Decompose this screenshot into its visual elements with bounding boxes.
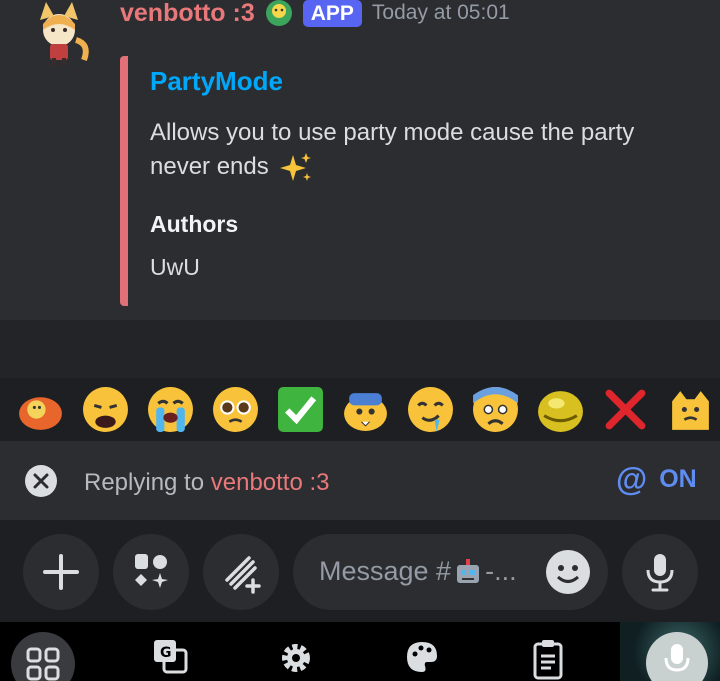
add-attachment-button[interactable] bbox=[23, 534, 99, 610]
custom-blob-emoji-icon[interactable] bbox=[341, 385, 390, 434]
custom-yellow-blob-icon[interactable] bbox=[536, 385, 585, 434]
translate-icon: G bbox=[154, 640, 188, 674]
microphone-icon bbox=[664, 644, 690, 672]
svg-text:G: G bbox=[160, 645, 172, 661]
embed-field-value: UwU bbox=[150, 254, 200, 280]
app-badge: APP bbox=[302, 0, 362, 27]
apps-icon bbox=[135, 554, 168, 588]
role-icon bbox=[265, 0, 292, 26]
message-placeholder: Message # -... bbox=[319, 556, 517, 587]
voice-input-button[interactable] bbox=[646, 632, 708, 681]
timestamp: Today at 05:01 bbox=[371, 1, 510, 24]
embed-accent-bar bbox=[120, 56, 128, 306]
keyboard-toolbar: G bbox=[0, 622, 720, 681]
keyboard-apps-button[interactable] bbox=[11, 632, 75, 681]
embed-field-name: Authors bbox=[150, 211, 239, 237]
at-icon: @ bbox=[616, 461, 648, 497]
pleading-face-icon[interactable] bbox=[211, 385, 260, 434]
embed-description: Allows you to use party mode cause the p… bbox=[150, 116, 680, 185]
cancel-reply-button[interactable] bbox=[25, 465, 57, 497]
cross-mark-icon[interactable] bbox=[601, 385, 650, 434]
embed-description-text: Allows you to use party mode cause the p… bbox=[150, 119, 635, 180]
theme-button[interactable] bbox=[392, 632, 452, 681]
gear-icon bbox=[282, 644, 310, 672]
author-name[interactable]: venbotto :3 bbox=[120, 0, 255, 28]
chat-spacer bbox=[0, 320, 720, 378]
message-header: venbotto :3 APP Today at 05:01 bbox=[120, 0, 510, 28]
mention-state: ON bbox=[659, 464, 697, 493]
apps-button[interactable] bbox=[113, 534, 189, 610]
message: venbotto :3 APP Today at 05:01 PartyMode… bbox=[0, 0, 720, 320]
weary-face-icon[interactable] bbox=[81, 385, 130, 434]
gift-button[interactable] bbox=[203, 534, 279, 610]
placeholder-suffix: -... bbox=[485, 556, 517, 586]
mention-toggle[interactable]: @ ON bbox=[616, 463, 697, 495]
translate-button[interactable]: G bbox=[140, 632, 200, 681]
robot-icon bbox=[457, 558, 480, 583]
grid-icon bbox=[26, 647, 60, 681]
reply-bar: Replying to venbotto :3 @ ON bbox=[0, 440, 720, 520]
custom-cat-emoji-icon[interactable] bbox=[666, 385, 715, 434]
discord-chat-screen: venbotto :3 APP Today at 05:01 PartyMode… bbox=[0, 0, 720, 681]
clipboard-button[interactable] bbox=[518, 632, 578, 681]
voice-input-area bbox=[620, 622, 720, 681]
loudly-crying-face-icon[interactable] bbox=[146, 385, 195, 434]
emoji-picker-icon[interactable] bbox=[546, 550, 590, 594]
sparkles-icon bbox=[280, 152, 312, 181]
embed: PartyMode Allows you to use party mode c… bbox=[120, 56, 720, 306]
embed-title[interactable]: PartyMode bbox=[150, 66, 283, 97]
check-mark-button-icon[interactable] bbox=[276, 385, 325, 434]
composer: Message # -... bbox=[0, 520, 720, 622]
user-avatar[interactable] bbox=[26, 0, 92, 66]
custom-orange-emoji-icon[interactable] bbox=[16, 385, 65, 434]
keyboard-settings-button[interactable] bbox=[266, 632, 326, 681]
emoji-suggestion-bar bbox=[0, 378, 720, 440]
close-icon bbox=[33, 473, 49, 489]
anxious-face-icon[interactable] bbox=[471, 385, 520, 434]
reply-user: venbotto :3 bbox=[210, 469, 330, 496]
voice-message-button[interactable] bbox=[622, 534, 698, 610]
reply-label: Replying to venbotto :3 bbox=[84, 469, 330, 497]
placeholder-prefix: Message # bbox=[319, 556, 452, 586]
palette-icon bbox=[407, 642, 437, 672]
drooling-face-icon[interactable] bbox=[406, 385, 455, 434]
message-input[interactable]: Message # -... bbox=[293, 534, 608, 610]
nitro-gift-icon bbox=[225, 556, 261, 594]
microphone-icon bbox=[646, 554, 674, 592]
plus-icon bbox=[43, 554, 79, 590]
clipboard-icon bbox=[533, 640, 563, 680]
reply-prefix: Replying to bbox=[84, 469, 205, 496]
